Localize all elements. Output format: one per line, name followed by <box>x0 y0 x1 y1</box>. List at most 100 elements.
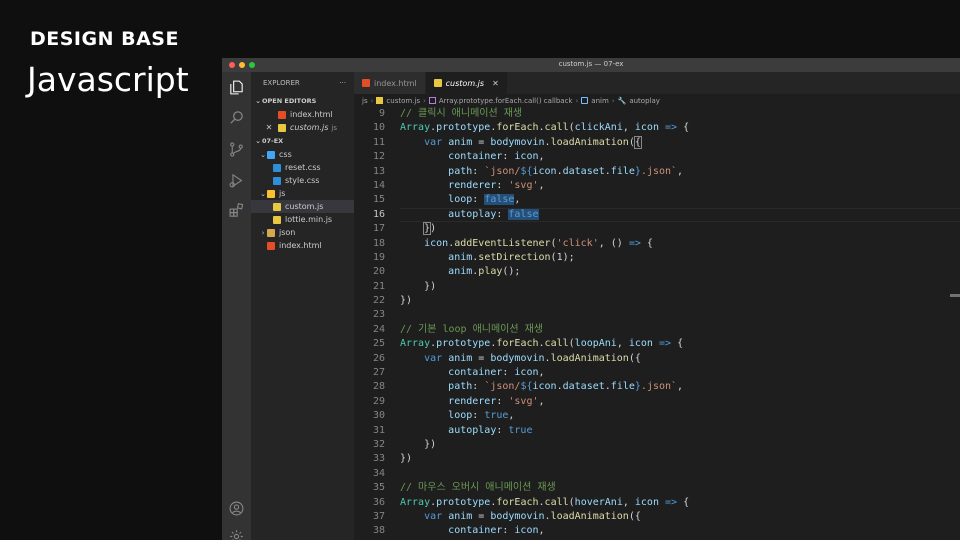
breadcrumb-item[interactable]: js <box>362 97 368 105</box>
tab-custom-js[interactable]: custom.js ✕ <box>425 72 508 94</box>
code-token: forEach <box>496 496 539 508</box>
code-line: 30 loop: true, <box>354 409 960 423</box>
code-line: 13 path: `json/${icon.dataset.file}.json… <box>354 165 960 179</box>
code-text: var anim = bodymovin.loadAnimation({ <box>385 510 641 524</box>
code-token: anim <box>448 136 473 148</box>
breadcrumb-item[interactable]: autoplay <box>629 97 660 105</box>
code-line: 37 var anim = bodymovin.loadAnimation({ <box>354 510 960 524</box>
tree-item-label: lottie.min.js <box>285 215 333 224</box>
code-token: , <box>677 381 684 393</box>
tree-item-label: style.css <box>285 176 320 185</box>
code-line: 28 path: `json/${icon.dataset.file}.json… <box>354 380 960 394</box>
line-number: 26 <box>372 352 385 364</box>
code-token: : <box>472 410 485 422</box>
code-line: 18 icon.addEventListener('click', () => … <box>354 237 960 251</box>
account-icon[interactable] <box>228 500 245 517</box>
tab-index-html[interactable]: index.html <box>354 72 426 94</box>
code-token: false <box>484 194 515 206</box>
source-control-icon[interactable] <box>228 141 245 158</box>
extensions-icon[interactable] <box>228 202 245 219</box>
close-icon[interactable]: ✕ <box>264 123 274 132</box>
property-icon: 🔧 <box>617 96 627 105</box>
code-token: dataset <box>562 165 605 177</box>
code-token: prototype <box>436 122 491 134</box>
tree-item[interactable]: ⌄ js <box>251 187 354 200</box>
code-line: 31 autoplay: true <box>354 424 960 438</box>
variable-icon <box>581 97 589 104</box>
code-token: , <box>616 338 629 350</box>
open-editors-section[interactable]: ⌄ OPEN EDITORS <box>251 94 354 108</box>
code-line: 17 }) <box>354 222 960 236</box>
breadcrumb-item[interactable]: Array.prototype.forEach.call() callback <box>439 97 573 105</box>
tree-item[interactable]: reset.css <box>251 161 354 174</box>
tree-item[interactable]: › json <box>251 226 354 239</box>
code-token: .json` <box>640 381 678 393</box>
code-token: var <box>424 136 443 148</box>
code-line: 12 container: icon, <box>354 150 960 164</box>
open-editor-item[interactable]: index.html <box>251 108 354 121</box>
project-section[interactable]: ⌄ 07-EX <box>251 134 354 148</box>
code-token: ({ <box>628 510 641 522</box>
code-text: path: `json/${icon.dataset.file}.json`, <box>385 165 683 179</box>
code-token: , <box>538 395 545 407</box>
code-token: loop <box>448 194 473 206</box>
tree-item[interactable]: custom.js <box>251 200 354 213</box>
chevron-right-icon: › <box>611 96 615 105</box>
code-token: anim <box>448 266 473 278</box>
code-token: container <box>448 525 503 537</box>
code-token: icon <box>628 338 653 350</box>
code-text: container: icon, <box>385 366 544 380</box>
breadcrumb-item[interactable]: anim <box>591 97 609 105</box>
tab-label: custom.js <box>445 78 485 88</box>
code-token: = <box>472 510 491 522</box>
file-tree: ⌄ css reset.css style.css ⌄ js custom.js lottie… <box>251 148 354 252</box>
code-token: }) <box>400 453 413 465</box>
code-editor[interactable]: 9// 클릭시 애니메이션 재생 10 Array.prototype.forEac… <box>354 107 960 540</box>
line-number: 21 <box>372 280 385 292</box>
chevron-down-icon: ⌄ <box>255 137 261 145</box>
settings-gear-icon[interactable] <box>228 528 245 540</box>
code-token: : <box>496 179 509 191</box>
line-number: 14 <box>372 179 385 191</box>
close-icon[interactable]: ✕ <box>492 79 499 88</box>
tree-item[interactable]: style.css <box>251 174 354 187</box>
run-debug-icon[interactable] <box>228 172 245 189</box>
code-token: : <box>472 165 485 177</box>
code-token: Array <box>400 122 431 134</box>
tree-item[interactable]: lottie.min.js <box>251 213 354 226</box>
html-file-icon <box>267 241 275 250</box>
breadcrumb-item[interactable]: custom.js <box>386 97 420 105</box>
slide-heading: Javascript <box>27 60 189 99</box>
open-editors-list: index.html ✕ custom.js js <box>251 108 354 134</box>
files-icon[interactable] <box>228 79 245 96</box>
line-number: 25 <box>372 338 385 350</box>
code-line: 14 renderer: 'svg', <box>354 179 960 193</box>
code-token: { <box>677 496 690 508</box>
more-actions-button[interactable]: ··· <box>339 79 346 87</box>
code-token: autoplay <box>448 424 497 436</box>
css-file-icon <box>273 163 281 172</box>
code-token: , <box>538 525 545 537</box>
code-text: Array.prototype.forEach.call(hoverAni, i… <box>385 496 689 510</box>
code-token: : <box>502 367 515 379</box>
tree-item[interactable]: ⌄ css <box>251 148 354 161</box>
code-token: hoverAni <box>574 496 623 508</box>
code-token: : <box>496 208 509 220</box>
code-token: : <box>502 525 515 537</box>
code-token: call <box>544 122 569 134</box>
code-token: icon <box>532 165 557 177</box>
js-file-icon <box>376 97 384 104</box>
code-token: // 클릭시 애니메이션 재생 <box>400 108 523 119</box>
tree-item[interactable]: index.html <box>251 239 354 252</box>
code-text: Array.prototype.forEach.call(clickAni, i… <box>385 121 689 135</box>
line-number: 12 <box>372 151 385 163</box>
open-editor-item[interactable]: ✕ custom.js js <box>251 121 354 134</box>
search-icon[interactable] <box>228 109 245 126</box>
code-token: path <box>448 381 473 393</box>
js-file-icon <box>273 215 281 224</box>
tree-item-label: index.html <box>279 241 322 250</box>
